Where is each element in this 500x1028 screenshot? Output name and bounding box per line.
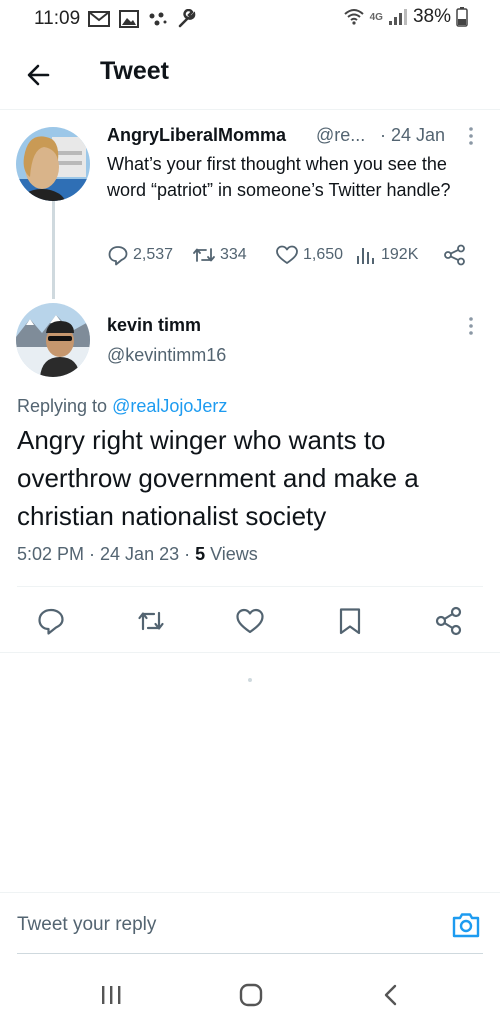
gmail-icon xyxy=(88,11,110,27)
main-tweet-timestamp[interactable]: 5:02 PM · 24 Jan 23 · xyxy=(17,544,195,564)
recent-apps-icon xyxy=(102,986,121,1004)
reply-count: 2,537 xyxy=(133,246,174,263)
arrow-left-icon xyxy=(27,64,50,86)
reply-icon xyxy=(108,246,128,266)
retweet-icon xyxy=(193,248,215,262)
camera-icon xyxy=(452,913,480,938)
reply-input-underline xyxy=(17,953,483,954)
loading-indicator xyxy=(248,678,252,682)
heart-icon xyxy=(276,245,298,264)
retweet-count: 334 xyxy=(220,246,247,263)
replying-to-mention-link[interactable]: @realJojoJerz xyxy=(112,396,227,416)
views-count: 192K xyxy=(381,246,419,263)
battery-icon xyxy=(456,7,468,27)
bookmark-icon xyxy=(339,608,361,635)
status-notification-icons xyxy=(88,9,197,29)
retweet-button[interactable] xyxy=(136,606,166,636)
camera-button[interactable] xyxy=(450,909,482,941)
parent-tweet-handle[interactable]: @re... xyxy=(316,125,365,146)
meta-divider xyxy=(17,586,483,587)
share-icon xyxy=(444,244,465,266)
avatar-image xyxy=(16,127,90,201)
reply-action[interactable]: 2,537 xyxy=(107,244,173,266)
main-tweet-meta: 5:02 PM · 24 Jan 23 · 5 Views xyxy=(17,544,258,565)
dots-icon xyxy=(149,12,167,26)
signal-icon xyxy=(388,9,407,25)
main-tweet-avatar[interactable] xyxy=(16,303,90,377)
main-tweet-handle[interactable]: @kevintimm16 xyxy=(107,345,226,366)
avatar-image xyxy=(16,303,90,377)
home-icon xyxy=(239,983,263,1007)
reply-input[interactable] xyxy=(17,913,417,937)
status-bar: 11:09 4G 38% xyxy=(0,0,500,40)
recent-apps-button[interactable] xyxy=(96,982,126,1008)
parent-tweet-display-name[interactable]: AngryLiberalMomma xyxy=(107,125,286,146)
thread-connector-line xyxy=(52,201,55,299)
parent-tweet-more-button[interactable] xyxy=(468,126,474,146)
views-action[interactable]: 192K xyxy=(355,244,418,266)
status-time: 11:09 xyxy=(34,8,81,29)
like-action[interactable]: 1,650 xyxy=(275,244,343,266)
main-tweet-display-name[interactable]: kevin timm xyxy=(107,315,201,336)
page-title: Tweet xyxy=(100,57,169,85)
parent-tweet-avatar[interactable] xyxy=(16,127,90,201)
back-button[interactable] xyxy=(22,58,56,92)
share-action[interactable] xyxy=(443,244,467,266)
network-type-label: 4G xyxy=(369,11,383,23)
main-tweet-views-label: Views xyxy=(205,544,258,564)
like-button[interactable] xyxy=(235,606,265,636)
wrench-icon xyxy=(178,9,196,28)
retweet-icon xyxy=(138,611,164,631)
main-tweet-views-count: 5 xyxy=(195,544,206,564)
wifi-icon xyxy=(343,9,364,25)
status-system-icons: 4G 38% xyxy=(343,6,468,28)
main-tweet-actions xyxy=(0,600,500,644)
like-count: 1,650 xyxy=(303,246,344,263)
share-icon xyxy=(435,606,462,636)
reply-icon xyxy=(38,608,64,635)
bookmark-button[interactable] xyxy=(335,606,365,636)
share-button[interactable] xyxy=(434,606,464,636)
main-tweet-text: Angry right winger who wants to overthro… xyxy=(17,425,419,531)
analytics-icon xyxy=(357,248,374,264)
battery-percent: 38% xyxy=(412,6,451,27)
system-back-button[interactable] xyxy=(376,982,406,1008)
actions-divider xyxy=(0,652,500,653)
home-button[interactable] xyxy=(236,982,266,1008)
system-navigation-bar xyxy=(0,962,500,1028)
more-vertical-icon xyxy=(469,127,473,145)
gallery-icon xyxy=(119,10,139,28)
retweet-action[interactable]: 334 xyxy=(192,244,247,266)
main-tweet-more-button[interactable] xyxy=(468,316,474,336)
more-vertical-icon xyxy=(469,317,473,335)
heart-icon xyxy=(236,608,264,634)
parent-tweet-date[interactable]: · 24 Jan xyxy=(380,125,445,146)
replying-to-prefix: Replying to xyxy=(17,396,113,416)
parent-tweet-text: What’s your first thought when you see t… xyxy=(107,154,451,200)
chevron-left-icon xyxy=(384,984,397,1006)
replying-to-line: Replying to @realJojoJerz xyxy=(17,396,227,417)
reply-composer xyxy=(0,892,500,954)
parent-tweet-actions: 2,537 334 1,650 192K xyxy=(107,244,477,272)
top-app-bar: Tweet xyxy=(0,40,500,110)
reply-button[interactable] xyxy=(36,606,66,636)
